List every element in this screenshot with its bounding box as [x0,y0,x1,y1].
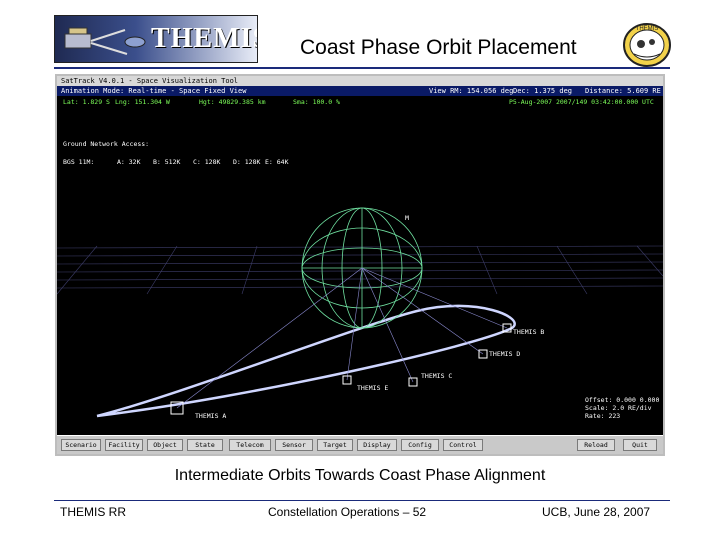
ground-network-heading: Ground Network Access: [63,140,150,148]
label-themis-b: THEMIS B [513,328,544,336]
sensor-button[interactable]: Sensor [275,439,313,451]
status-epoch: P5-Aug-2007 2007/149 03:42:00.000 UTC [509,98,654,106]
quit-button[interactable]: Quit [623,439,657,451]
display-button[interactable]: Display [357,439,397,451]
animation-mode[interactable]: Animation Mode: Real-time - Space Fixed … [61,86,246,96]
view-rm: View RM: 154.056 deg [429,87,514,95]
footer-divider [54,500,670,501]
orbit-path [96,304,516,418]
state-button[interactable]: State [187,439,223,451]
gn-e: E: 64K [265,158,289,166]
gn-a: A: 32K [117,158,141,166]
facility-button[interactable]: Facility [105,439,143,451]
label-themis-a: THEMIS A [195,412,226,420]
footer-left: THEMIS RR [60,505,126,519]
control-button[interactable]: Control [443,439,483,451]
status-sma: Sma: 100.0 % [293,98,340,106]
view-rate: Rate: 223 [585,412,621,420]
ground-station: BGS 11M: [63,158,95,166]
view-offset: Offset: 0.000 0.000 [585,396,660,404]
gn-d: D: 128K [233,158,261,166]
status-lng: Lng: 151.304 W [115,98,170,106]
app-menubar: Animation Mode: Real-time - Space Fixed … [57,86,663,96]
target-button[interactable]: Target [317,439,353,451]
config-button[interactable]: Config [401,439,439,451]
earth-marker: M [405,214,409,222]
status-lat: Lat: 1.829 S [63,98,110,106]
label-themis-c: THEMIS C [421,372,452,380]
title-divider [54,67,670,69]
status-hgt: Hgt: 49829.385 km [199,98,266,106]
themis-logo: THEMIS [54,15,258,63]
label-themis-d: THEMIS D [489,350,520,358]
caption: Intermediate Orbits Towards Coast Phase … [174,467,546,484]
app-titlebar: SatTrack V4.0.1 - Space Visualization To… [57,76,663,86]
mission-patch-icon: THEMIS [623,23,671,67]
app-window: SatTrack V4.0.1 - Space Visualization To… [55,74,665,456]
app-toolbar: Scenario Facility Object State Telecom S… [57,435,663,454]
telecom-button[interactable]: Telecom [229,439,271,451]
horizon-grid [57,245,663,295]
footer-right: UCB, June 28, 2007 [542,505,651,519]
gn-b: B: 512K [153,158,181,166]
reload-button[interactable]: Reload [577,439,615,451]
gn-c: C: 128K [193,158,221,166]
svg-text:THEMIS: THEMIS [636,26,659,32]
view-dec: Dec: 1.375 deg [513,87,573,95]
sensor-lines [176,267,508,409]
slide-title: Coast Phase Orbit Placement [300,36,577,59]
view-scale: Scale: 2.0 RE/div [585,404,652,412]
view-distance: Distance: 5.609 RE [585,87,661,95]
scenario-button[interactable]: Scenario [61,439,101,451]
logo-text: THEMIS [151,23,258,54]
footer-center: Constellation Operations – 52 [268,505,427,519]
object-button[interactable]: Object [147,439,183,451]
label-themis-e: THEMIS E [357,384,388,392]
